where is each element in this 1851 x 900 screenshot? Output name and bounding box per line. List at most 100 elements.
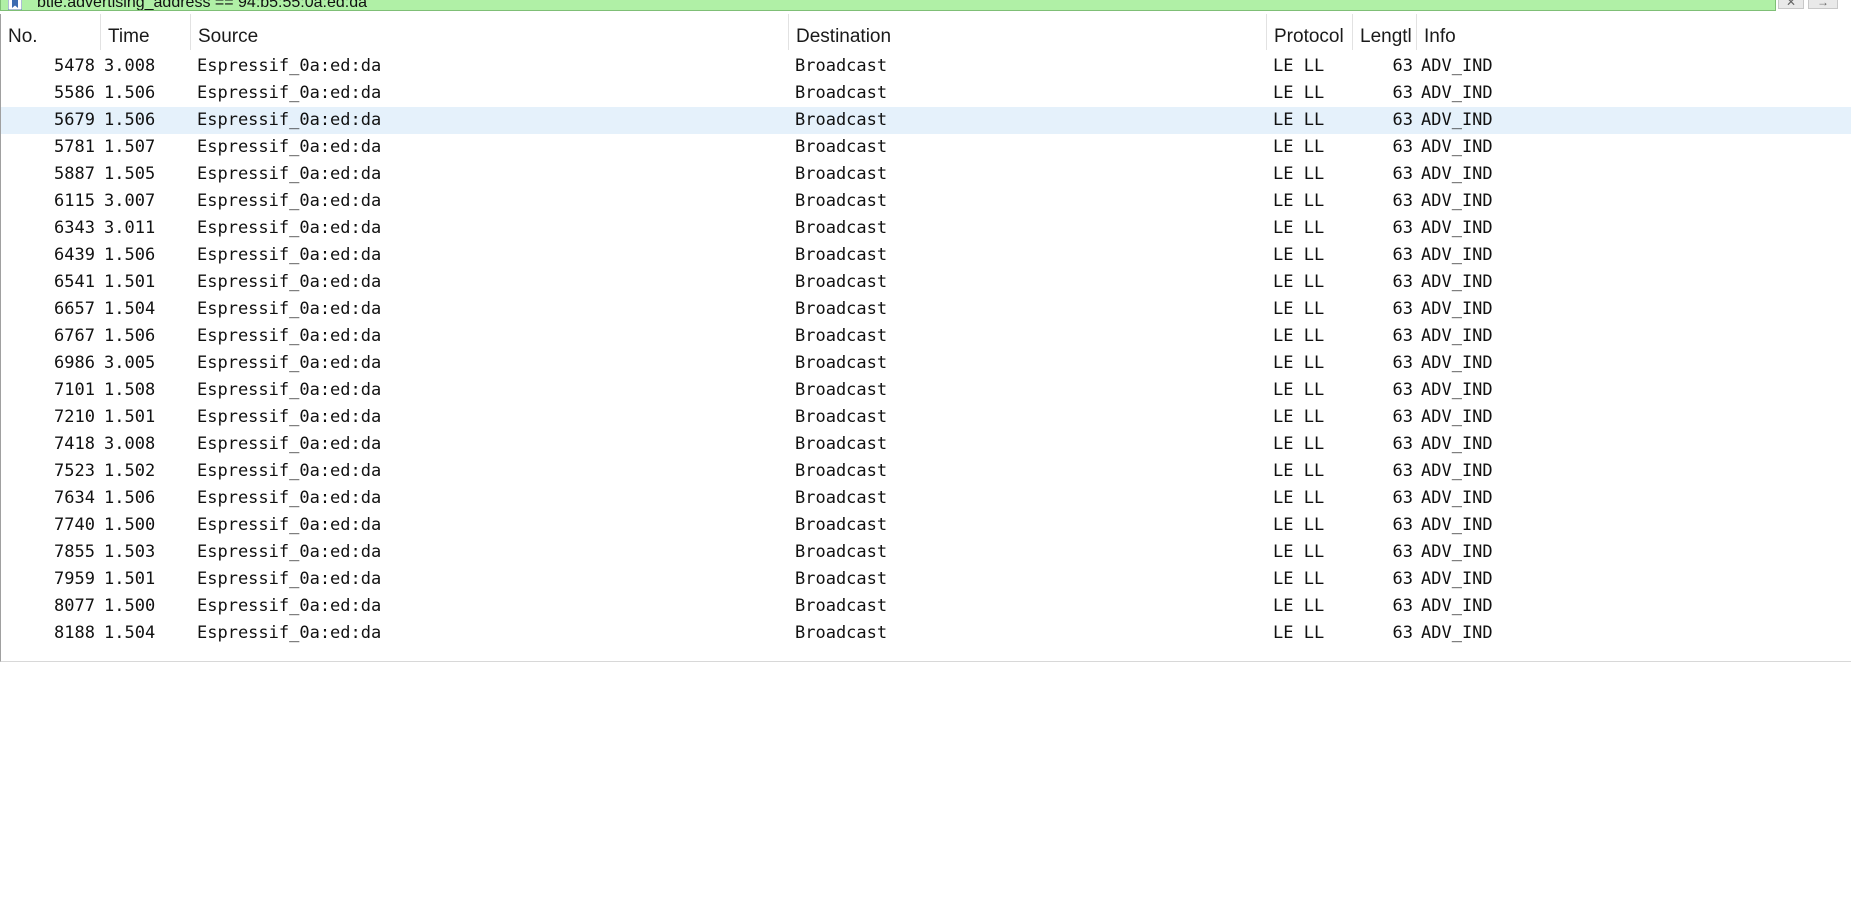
packet-row[interactable]: 7634 1.506 Espressif_0a:ed:da Broadcast LE L… [1,485,1851,512]
column-header-protocol[interactable]: Protocol [1267,14,1353,50]
column-header-source[interactable]: Source [191,14,789,50]
clear-filter-button[interactable]: ✕ [1778,0,1804,9]
packet-time: 1.506 [104,245,156,265]
packet-row[interactable]: 6439 1.506 Espressif_0a:ed:da Broadcast LE L… [1,242,1851,269]
packet-destination: Broadcast [795,380,888,400]
column-header-length[interactable]: Lengtl [1353,14,1417,50]
packet-destination: Broadcast [795,515,888,535]
packet-row[interactable]: 7523 1.502 Espressif_0a:ed:da Broadcast LE L… [1,458,1851,485]
packet-number: 7855 [54,542,95,562]
packet-row[interactable]: 5586 1.506 Espressif_0a:ed:da Broadcast LE L… [1,80,1851,107]
packet-time: 3.005 [104,353,156,373]
packet-protocol: LE LL [1273,56,1325,76]
packet-row[interactable]: 7101 1.508 Espressif_0a:ed:da Broadcast LE L… [1,377,1851,404]
packet-destination: Broadcast [795,191,888,211]
packet-info: ADV_IND [1421,137,1493,157]
packet-length: 63 [1392,488,1413,508]
display-filter-input[interactable]: btle.advertising_address == 94:b5:55:0a:… [0,0,1776,11]
packet-time: 3.007 [104,191,156,211]
packet-length: 63 [1392,353,1413,373]
column-header-time[interactable]: Time [101,14,191,50]
packet-row[interactable]: 5781 1.507 Espressif_0a:ed:da Broadcast LE L… [1,134,1851,161]
column-header-no[interactable]: No. [1,14,101,50]
packet-row[interactable]: 8188 1.504 Espressif_0a:ed:da Broadcast LE L… [1,620,1851,647]
packet-row[interactable]: 6986 3.005 Espressif_0a:ed:da Broadcast LE L… [1,350,1851,377]
packet-row[interactable]: 7959 1.501 Espressif_0a:ed:da Broadcast LE L… [1,566,1851,593]
packet-list[interactable]: No. Time Source Destination Protocol Len… [0,14,1851,662]
packet-number: 5887 [54,164,95,184]
packet-length: 63 [1392,218,1413,238]
packet-length: 63 [1392,461,1413,481]
packet-source: Espressif_0a:ed:da [197,434,382,454]
packet-info: ADV_IND [1421,299,1493,319]
packet-protocol: LE LL [1273,434,1325,454]
packet-time: 1.506 [104,488,156,508]
packet-row[interactable]: 5887 1.505 Espressif_0a:ed:da Broadcast LE L… [1,161,1851,188]
packet-number: 5478 [54,56,95,76]
packet-time: 1.500 [104,515,156,535]
packet-protocol: LE LL [1273,407,1325,427]
packet-protocol: LE LL [1273,137,1325,157]
packet-row[interactable]: 5478 3.008 Espressif_0a:ed:da Broadcast LE L… [1,53,1851,80]
packet-protocol: LE LL [1273,488,1325,508]
packet-row[interactable]: 6657 1.504 Espressif_0a:ed:da Broadcast LE L… [1,296,1851,323]
packet-time: 1.504 [104,299,156,319]
packet-destination: Broadcast [795,137,888,157]
packet-protocol: LE LL [1273,245,1325,265]
packet-protocol: LE LL [1273,596,1325,616]
packet-destination: Broadcast [795,569,888,589]
column-header-info[interactable]: Info [1417,14,1851,50]
packet-protocol: LE LL [1273,218,1325,238]
packet-source: Espressif_0a:ed:da [197,515,382,535]
packet-destination: Broadcast [795,542,888,562]
packet-info: ADV_IND [1421,488,1493,508]
packet-source: Espressif_0a:ed:da [197,191,382,211]
packet-info: ADV_IND [1421,596,1493,616]
packet-row[interactable]: 6343 3.011 Espressif_0a:ed:da Broadcast LE L… [1,215,1851,242]
packet-row[interactable]: 6115 3.007 Espressif_0a:ed:da Broadcast LE L… [1,188,1851,215]
packet-number: 6439 [54,245,95,265]
packet-protocol: LE LL [1273,569,1325,589]
packet-length: 63 [1392,542,1413,562]
packet-destination: Broadcast [795,353,888,373]
column-header-destination[interactable]: Destination [789,14,1267,50]
packet-source: Espressif_0a:ed:da [197,272,382,292]
packet-info: ADV_IND [1421,542,1493,562]
arrow-right-icon: → [1817,0,1829,9]
packet-time: 1.502 [104,461,156,481]
packet-row[interactable]: 8077 1.500 Espressif_0a:ed:da Broadcast LE L… [1,593,1851,620]
packet-source: Espressif_0a:ed:da [197,218,382,238]
apply-filter-button[interactable]: → [1808,0,1838,9]
packet-time: 3.011 [104,218,156,238]
packet-source: Espressif_0a:ed:da [197,380,382,400]
packet-info: ADV_IND [1421,218,1493,238]
packet-info: ADV_IND [1421,569,1493,589]
packet-info: ADV_IND [1421,380,1493,400]
packet-row[interactable]: 6541 1.501 Espressif_0a:ed:da Broadcast LE L… [1,269,1851,296]
packet-row[interactable]: 7740 1.500 Espressif_0a:ed:da Broadcast LE L… [1,512,1851,539]
packet-row[interactable]: 7210 1.501 Espressif_0a:ed:da Broadcast LE L… [1,404,1851,431]
packet-time: 1.505 [104,164,156,184]
packet-length: 63 [1392,191,1413,211]
packet-length: 63 [1392,56,1413,76]
packet-list-header: No. Time Source Destination Protocol Len… [1,14,1851,50]
packet-time: 1.508 [104,380,156,400]
packet-destination: Broadcast [795,245,888,265]
packet-row[interactable]: 5679 1.506 Espressif_0a:ed:da Broadcast LE L… [1,107,1851,134]
packet-destination: Broadcast [795,56,888,76]
packet-length: 63 [1392,110,1413,130]
packet-time: 3.008 [104,434,156,454]
packet-time: 1.501 [104,272,156,292]
packet-row[interactable]: 7855 1.503 Espressif_0a:ed:da Broadcast LE L… [1,539,1851,566]
packet-info: ADV_IND [1421,353,1493,373]
packet-protocol: LE LL [1273,191,1325,211]
packet-number: 7634 [54,488,95,508]
packet-length: 63 [1392,515,1413,535]
bookmark-icon[interactable] [8,0,22,10]
packet-info: ADV_IND [1421,326,1493,346]
packet-row[interactable]: 6767 1.506 Espressif_0a:ed:da Broadcast LE L… [1,323,1851,350]
packet-time: 1.506 [104,326,156,346]
packet-number: 6767 [54,326,95,346]
packet-destination: Broadcast [795,623,888,643]
packet-row[interactable]: 7418 3.008 Espressif_0a:ed:da Broadcast LE L… [1,431,1851,458]
